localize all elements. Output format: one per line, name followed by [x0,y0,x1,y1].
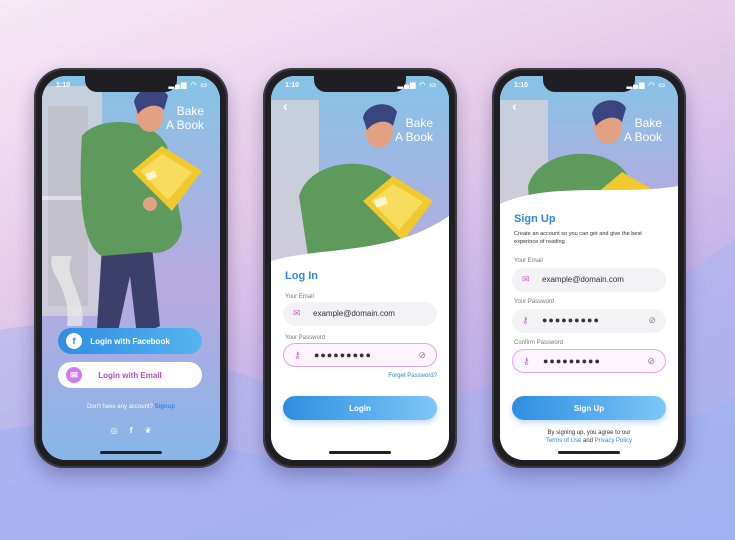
brand-title: Bake A Book [395,116,433,144]
status-bar: 1:10 ▂▄▆ ◠ ▭ [42,81,220,93]
status-bar: 1:10 ▂▄▆ ◠ ▭ [500,81,678,93]
login-screen: 1:10 ▂▄▆ ◠ ▭ ‹ Bake A Book Log In Your E… [271,76,449,460]
envelope-icon: ✉ [66,367,82,383]
hero-illustration [42,76,220,460]
login-email-label: Login with Email [98,370,162,380]
no-account-text: Don't have any account? Signup [42,404,220,410]
key-icon: ⚷ [523,356,530,366]
signal-wifi-battery-icon: ▂▄▆ ◠ ▭ [397,82,437,89]
signup-link[interactable]: Signup [155,404,175,410]
signup-button[interactable]: Sign Up [512,396,666,420]
signup-subtitle: Create an account so you can get and giv… [514,231,642,245]
home-indicator [100,451,162,454]
password-label: Your Password [514,299,555,305]
status-time: 1:10 [514,82,529,89]
email-field[interactable]: ✉ example@domain.com [512,268,666,292]
instagram-icon[interactable]: ◎ [111,426,118,435]
email-field[interactable]: ✉ example@domain.com [283,302,437,326]
confirm-password-value: ●●●●●●●●● [543,356,601,366]
login-email-button[interactable]: ✉ Login with Email [58,362,202,388]
terms-links: Terms of Use and Privacy Policy [500,437,678,445]
terms-text: By signing up, you agree to our Terms of… [500,429,678,445]
status-bar: 1:10 ▂▄▆ ◠ ▭ [271,81,449,93]
status-time: 1:10 [285,82,300,89]
key-icon: ⚷ [294,350,301,360]
key-icon: ⚷ [522,315,529,325]
password-field[interactable]: ⚷ ●●●●●●●●● ⊘ [512,309,666,333]
brand-line-2: A Book [165,118,204,132]
password-value: ●●●●●●●●● [542,315,600,325]
no-account-label: Don't have any account? [87,404,153,410]
page-title: Sign Up [514,213,556,225]
password-value: ●●●●●●●●● [314,350,372,360]
phone-login: 1:10 ▂▄▆ ◠ ▭ ‹ Bake A Book Log In Your E… [263,68,457,468]
terms-of-use-link[interactable]: Terms of Use [546,438,581,444]
terms-prefix: By signing up, you agree to our [547,430,631,436]
terms-and: and [582,438,593,444]
email-label: Your Email [514,258,543,264]
twitter-icon[interactable]: ❦ [145,426,152,435]
home-indicator [329,451,391,454]
email-value: example@domain.com [542,275,624,284]
forgot-password-link[interactable]: Forget Password? [388,373,437,379]
brand-title: Bake A Book [166,104,204,132]
eye-slash-icon[interactable]: ⊘ [648,315,656,326]
back-arrow-icon[interactable]: ‹ [283,98,288,114]
privacy-policy-link[interactable]: Privacy Policy [595,438,632,444]
envelope-icon: ✉ [293,308,301,318]
password-label: Your Password [285,335,326,341]
brand-line-1: Bake [176,104,204,118]
signal-wifi-battery-icon: ▂▄▆ ◠ ▭ [626,82,666,89]
envelope-icon: ✉ [522,274,530,284]
brand-line-2: A Book [623,130,662,144]
eye-slash-icon[interactable]: ⊘ [418,350,426,361]
signup-screen: 1:10 ▂▄▆ ◠ ▭ ‹ Bake A Book Sign Up Creat… [500,76,678,460]
status-time: 1:10 [56,82,71,89]
brand-line-2: A Book [394,130,433,144]
brand-line-1: Bake [634,116,662,130]
phone-signup: 1:10 ▂▄▆ ◠ ▭ ‹ Bake A Book Sign Up Creat… [492,68,686,468]
brand-title: Bake A Book [624,116,662,144]
login-facebook-button[interactable]: f Login with Facebook [58,328,202,354]
social-links: ◎ f ❦ [42,426,220,435]
email-label: Your Email [285,294,314,300]
email-value: example@domain.com [313,309,395,318]
login-facebook-label: Login with Facebook [90,336,170,346]
phone-welcome: 1:10 ▂▄▆ ◠ ▭ Bake A Book f Login with Fa… [34,68,228,468]
page-title: Log In [285,270,318,282]
facebook-icon: f [66,333,82,349]
back-arrow-icon[interactable]: ‹ [512,98,517,114]
eye-slash-icon[interactable]: ⊘ [647,356,655,367]
signal-wifi-battery-icon: ▂▄▆ ◠ ▭ [168,82,208,89]
password-field[interactable]: ⚷ ●●●●●●●●● ⊘ [283,343,437,367]
home-indicator [558,451,620,454]
confirm-password-field[interactable]: ⚷ ●●●●●●●●● ⊘ [512,349,666,373]
brand-line-1: Bake [405,116,433,130]
login-button[interactable]: Login [283,396,437,420]
welcome-screen: 1:10 ▂▄▆ ◠ ▭ Bake A Book f Login with Fa… [42,76,220,460]
confirm-password-label: Confirm Password [514,340,564,346]
facebook-icon[interactable]: f [130,426,133,435]
